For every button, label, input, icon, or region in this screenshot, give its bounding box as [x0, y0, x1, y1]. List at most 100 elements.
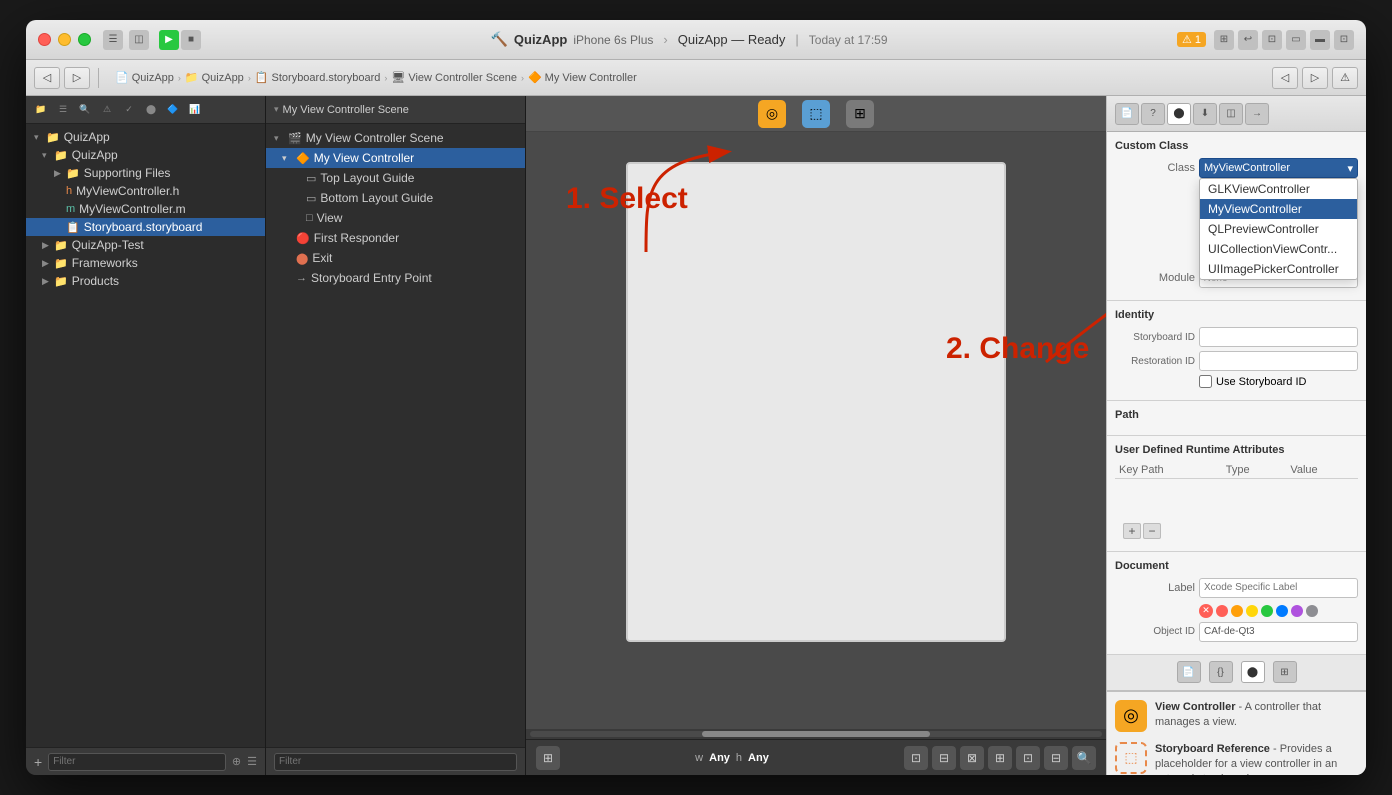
tab-bottom-1[interactable]: 📄: [1177, 661, 1201, 683]
fn-source[interactable]: ☰: [54, 102, 72, 118]
canvas-layout-btn5[interactable]: ⊡: [1016, 746, 1040, 770]
scene-top-layout[interactable]: ▭ Top Layout Guide: [266, 168, 525, 188]
color-dot-purple[interactable]: [1291, 605, 1303, 617]
canvas-icon-item2[interactable]: ⬚: [802, 100, 830, 128]
tree-mvc-h[interactable]: h MyViewController.h: [26, 182, 265, 200]
preferences-toggle[interactable]: ⊡: [1334, 30, 1354, 50]
add-file-btn[interactable]: +: [34, 754, 42, 770]
help-sb: ⬚ Storyboard Reference - Provides a plac…: [1115, 742, 1358, 776]
warning-badge[interactable]: ⚠ 1: [1177, 32, 1206, 47]
color-dot-gray[interactable]: [1306, 605, 1318, 617]
tree-quizapp-root[interactable]: ▾ 📁 QuizApp: [26, 128, 265, 146]
storyboard-id-value[interactable]: [1199, 327, 1358, 347]
navigator-toggle[interactable]: ◫: [129, 30, 149, 50]
canvas-layout-btn3[interactable]: ⊠: [960, 746, 984, 770]
scene-vc[interactable]: ▾ 🔶 My View Controller: [266, 148, 525, 168]
scene-exit[interactable]: ⬤ Exit: [266, 248, 525, 268]
file-filter-input[interactable]: [48, 753, 226, 771]
scrollbar-thumb-h[interactable]: [702, 731, 931, 737]
tree-supporting-files[interactable]: ▶ 📁 Supporting Files: [26, 164, 265, 182]
bc-my-vc[interactable]: 🔶 My View Controller: [528, 71, 637, 84]
tab-file[interactable]: 📄: [1115, 103, 1139, 125]
horizontal-scrollbar[interactable]: [526, 729, 1106, 739]
bc-storyboard[interactable]: 📋 Storyboard.storyboard: [255, 71, 381, 84]
canvas-layout-btn6[interactable]: ⊟: [1044, 746, 1068, 770]
clear-color-btn[interactable]: ✕: [1199, 604, 1213, 618]
tree-quizapp-group[interactable]: ▾ 📁 QuizApp: [26, 146, 265, 164]
color-dot-green[interactable]: [1261, 605, 1273, 617]
warning-toolbar[interactable]: ⚠: [1332, 67, 1358, 89]
panel-left-toggle[interactable]: ⊞: [1214, 30, 1234, 50]
dropdown-item-uiimage[interactable]: UIImagePickerController: [1200, 259, 1357, 279]
close-button[interactable]: [38, 33, 51, 46]
tree-frameworks[interactable]: ▶ 📁 Frameworks: [26, 254, 265, 272]
class-select[interactable]: MyViewController ▾: [1199, 158, 1358, 178]
dropdown-item-uicollection[interactable]: UICollectionViewContr...: [1200, 239, 1357, 259]
tab-quick-help[interactable]: ?: [1141, 103, 1165, 125]
nav-prev[interactable]: ◁: [1272, 67, 1298, 89]
canvas-icon-vc[interactable]: ◎: [758, 100, 786, 128]
filter-options-btn[interactable]: ⊕: [232, 755, 241, 768]
filter-sort-btn[interactable]: ☰: [247, 755, 257, 768]
use-storyboard-id-checkbox[interactable]: [1199, 375, 1212, 388]
tab-connections[interactable]: →: [1245, 103, 1269, 125]
canvas-layout-btn1[interactable]: ⊡: [904, 746, 928, 770]
dropdown-item-myvc[interactable]: MyViewController: [1200, 199, 1357, 219]
canvas-layout-btn2[interactable]: ⊟: [932, 746, 956, 770]
back-button[interactable]: ◁: [34, 67, 60, 89]
scene-bottom-layout[interactable]: ▭ Bottom Layout Guide: [266, 188, 525, 208]
color-dot-orange[interactable]: [1231, 605, 1243, 617]
tab-bottom-3[interactable]: ⬤: [1241, 661, 1265, 683]
panel-center-toggle[interactable]: ↩: [1238, 30, 1258, 50]
inspector-toolbar: 📄 ? ⬤ ⬇ ◫ →: [1107, 96, 1366, 132]
tree-mvc-m[interactable]: m MyViewController.m: [26, 200, 265, 218]
canvas-layout-btn4[interactable]: ⊞: [988, 746, 1012, 770]
fn-debug[interactable]: ⬤: [142, 102, 160, 118]
remove-attr-btn[interactable]: −: [1143, 523, 1161, 539]
inspector-left-toggle[interactable]: ▭: [1286, 30, 1306, 50]
panel-right-toggle[interactable]: ⊡: [1262, 30, 1282, 50]
fn-report[interactable]: 📊: [186, 102, 204, 118]
tab-identity[interactable]: ⬤: [1167, 103, 1191, 125]
scene-first-responder[interactable]: 🔴 First Responder: [266, 228, 525, 248]
doc-label-input[interactable]: [1199, 578, 1358, 598]
zoom-button[interactable]: [78, 33, 91, 46]
fn-folder[interactable]: 📁: [32, 102, 50, 118]
tab-bottom-4[interactable]: ⊞: [1273, 661, 1297, 683]
fn-warning[interactable]: ⚠: [98, 102, 116, 118]
inspector-right-toggle[interactable]: ▬: [1310, 30, 1330, 50]
bc-quizapp-icon[interactable]: 📄 QuizApp: [115, 71, 174, 84]
color-dot-red[interactable]: [1216, 605, 1228, 617]
dropdown-item-glk[interactable]: GLKViewController: [1200, 179, 1357, 199]
tab-size[interactable]: ◫: [1219, 103, 1243, 125]
scene-entry-point[interactable]: → Storyboard Entry Point: [266, 268, 525, 288]
scene-view[interactable]: □ View: [266, 208, 525, 228]
tree-products[interactable]: ▶ 📁 Products: [26, 272, 265, 290]
minimize-button[interactable]: [58, 33, 71, 46]
nav-next[interactable]: ▷: [1302, 67, 1328, 89]
sidebar-toggle[interactable]: ☰: [103, 30, 123, 50]
restoration-id-value[interactable]: [1199, 351, 1358, 371]
stop-button[interactable]: ■: [181, 30, 201, 50]
forward-button[interactable]: ▷: [64, 67, 90, 89]
canvas-filter-input[interactable]: 🔍: [1072, 746, 1096, 770]
canvas-zoom-btn[interactable]: ⊞: [536, 746, 560, 770]
fn-test[interactable]: ✓: [120, 102, 138, 118]
run-button[interactable]: ▶: [159, 30, 179, 50]
tab-bottom-2[interactable]: {}: [1209, 661, 1233, 683]
tab-attributes[interactable]: ⬇: [1193, 103, 1217, 125]
bc-quizapp-folder[interactable]: 📁 QuizApp: [185, 71, 244, 84]
canvas-icon-item3[interactable]: ⊞: [846, 100, 874, 128]
fn-search[interactable]: 🔍: [76, 102, 94, 118]
color-dot-blue[interactable]: [1276, 605, 1288, 617]
canvas-content[interactable]: 1. Select 2. Change: [526, 132, 1106, 729]
color-dot-yellow[interactable]: [1246, 605, 1258, 617]
tree-storyboard[interactable]: 📋 Storyboard.storyboard: [26, 218, 265, 236]
tree-quizapp-test[interactable]: ▶ 📁 QuizApp-Test: [26, 236, 265, 254]
dropdown-item-ql[interactable]: QLPreviewController: [1200, 219, 1357, 239]
add-attr-btn[interactable]: +: [1123, 523, 1141, 539]
scene-root[interactable]: ▾ 🎬 My View Controller Scene: [266, 128, 525, 148]
fn-breakpoint[interactable]: 🔷: [164, 102, 182, 118]
scene-filter-input[interactable]: [274, 753, 517, 771]
bc-vc-scene[interactable]: 🖥 View Controller Scene: [391, 71, 517, 84]
